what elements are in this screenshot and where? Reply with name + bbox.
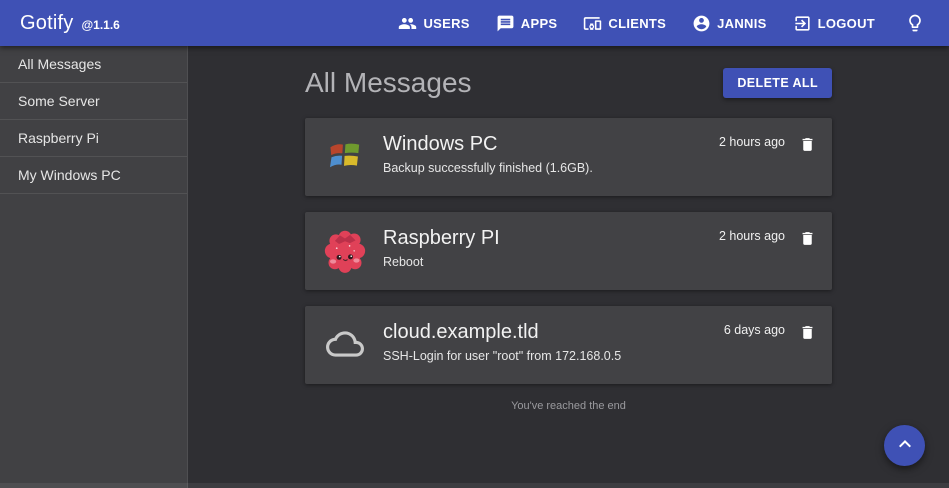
windows-logo bbox=[323, 132, 367, 180]
message-meta: 6 days ago bbox=[724, 320, 816, 342]
delete-message-button[interactable] bbox=[799, 229, 816, 248]
message-body: Backup successfully finished (1.6GB). bbox=[383, 161, 719, 177]
nav-logout-button[interactable]: LOGOUT bbox=[791, 10, 877, 37]
page-body: All Messages Some Server Raspberry Pi My… bbox=[0, 46, 949, 488]
message-meta: 2 hours ago bbox=[719, 132, 816, 154]
top-nav: USERS APPS CLIENTS JANNIS LOGOUT bbox=[396, 9, 929, 37]
nav-users-button[interactable]: USERS bbox=[396, 10, 471, 37]
message-timestamp: 6 days ago bbox=[724, 323, 785, 337]
end-of-list-text: You've reached the end bbox=[305, 400, 832, 412]
app-title: Gotify bbox=[20, 12, 73, 35]
nav-logout-label: LOGOUT bbox=[818, 16, 875, 31]
app-bar: Gotify @1.1.6 USERS APPS CLIENTS JANNIS … bbox=[0, 0, 949, 46]
message-body: SSH-Login for user "root" from 172.168.0… bbox=[383, 349, 724, 365]
sidebar-item-all-messages[interactable]: All Messages bbox=[0, 46, 187, 83]
trash-icon bbox=[799, 323, 816, 342]
horizontal-scrollbar[interactable] bbox=[0, 483, 949, 488]
message-title: Windows PC bbox=[383, 133, 719, 156]
users-icon bbox=[398, 14, 417, 33]
trash-icon bbox=[799, 135, 816, 154]
delete-message-button[interactable] bbox=[799, 135, 816, 154]
delete-message-button[interactable] bbox=[799, 323, 816, 342]
title-row: All Messages DELETE ALL bbox=[305, 62, 832, 104]
nav-users-label: USERS bbox=[423, 16, 469, 31]
sidebar-item-label: My Windows PC bbox=[18, 167, 121, 183]
brand: Gotify @1.1.6 bbox=[20, 12, 120, 35]
app-version: @1.1.6 bbox=[81, 18, 119, 32]
delete-all-button[interactable]: DELETE ALL bbox=[723, 68, 832, 98]
nav-clients-label: CLIENTS bbox=[608, 16, 666, 31]
message-title: cloud.example.tld bbox=[383, 321, 724, 344]
nav-apps-button[interactable]: APPS bbox=[494, 10, 560, 37]
sidebar-item-label: All Messages bbox=[18, 56, 101, 72]
nav-clients-button[interactable]: CLIENTS bbox=[581, 10, 668, 37]
message-content: Windows PC Backup successfully finished … bbox=[383, 132, 719, 177]
message-card-raspberry-pi: Raspberry PI Reboot 2 hours ago bbox=[305, 212, 832, 290]
lightbulb-icon bbox=[905, 13, 925, 33]
message-meta: 2 hours ago bbox=[719, 226, 816, 248]
message-card-windows-pc: Windows PC Backup successfully finished … bbox=[305, 118, 832, 196]
sidebar: All Messages Some Server Raspberry Pi My… bbox=[0, 46, 188, 488]
messages-panel: All Messages DELETE ALL Windows PC Backu… bbox=[305, 62, 832, 412]
account-circle-icon bbox=[692, 14, 711, 33]
message-title: Raspberry PI bbox=[383, 227, 719, 250]
sidebar-item-raspberry-pi[interactable]: Raspberry Pi bbox=[0, 120, 187, 157]
message-body: Reboot bbox=[383, 255, 719, 271]
nav-username-label: JANNIS bbox=[717, 16, 766, 31]
sidebar-item-label: Some Server bbox=[18, 93, 100, 109]
trash-icon bbox=[799, 229, 816, 248]
sidebar-item-my-windows-pc[interactable]: My Windows PC bbox=[0, 157, 187, 194]
message-content: Raspberry PI Reboot bbox=[383, 226, 719, 271]
scroll-to-top-button[interactable] bbox=[884, 425, 925, 466]
message-timestamp: 2 hours ago bbox=[719, 135, 785, 149]
devices-icon bbox=[583, 14, 602, 33]
nav-apps-label: APPS bbox=[521, 16, 558, 31]
logout-icon bbox=[793, 14, 812, 33]
chat-icon bbox=[496, 14, 515, 33]
page-title: All Messages bbox=[305, 67, 472, 99]
nav-user-menu-button[interactable]: JANNIS bbox=[690, 10, 768, 37]
message-card-cloud: cloud.example.tld SSH-Login for user "ro… bbox=[305, 306, 832, 384]
cloud-icon bbox=[323, 320, 367, 368]
main-area: All Messages DELETE ALL Windows PC Backu… bbox=[188, 46, 949, 488]
sidebar-item-some-server[interactable]: Some Server bbox=[0, 83, 187, 120]
message-timestamp: 2 hours ago bbox=[719, 229, 785, 243]
theme-toggle-button[interactable] bbox=[901, 9, 929, 37]
raspberry-logo bbox=[323, 226, 367, 274]
sidebar-item-label: Raspberry Pi bbox=[18, 130, 99, 146]
chevron-up-icon bbox=[893, 432, 917, 459]
message-content: cloud.example.tld SSH-Login for user "ro… bbox=[383, 320, 724, 365]
